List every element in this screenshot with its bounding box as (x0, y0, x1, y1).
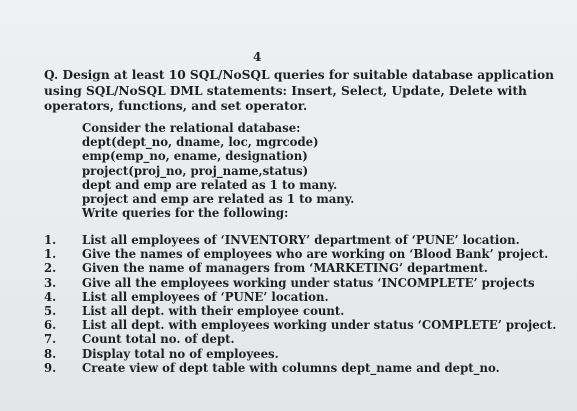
item-text: Give the names of employees who are work… (82, 247, 549, 262)
schema-block: Consider the relational database: dept(d… (82, 121, 552, 220)
question-text: Q. Design at least 10 SQL/NoSQL queries … (44, 68, 554, 113)
item-text: List all employees of ‘PUNE’ location. (82, 289, 329, 304)
schema-line: dept(dept_no, dname, loc, mgrcode) (82, 135, 319, 150)
item-number: 8. (44, 346, 57, 361)
item-number: 1. (44, 247, 57, 262)
schema-line: emp(emp_no, ename, designation) (82, 149, 308, 164)
list-item: 1. List all employees of ‘INVENTORY’ dep… (44, 233, 564, 247)
item-text: Display total no of employees. (82, 346, 279, 361)
schema-line: project(proj_no, proj_name,status) (82, 163, 309, 178)
item-number: 2. (44, 261, 57, 276)
item-number: 9. (44, 360, 57, 375)
list-item: 7. Count total no. of dept. (44, 332, 564, 346)
list-item: 9. Create view of dept table with column… (44, 361, 564, 375)
item-number: 3. (44, 275, 57, 290)
item-text: List all dept. with employees working un… (82, 318, 557, 333)
item-text: Create view of dept table with columns d… (82, 360, 500, 375)
item-text: List all employees of ‘INVENTORY’ depart… (82, 233, 520, 247)
list-item: 4. List all employees of ‘PUNE’ location… (44, 290, 564, 304)
item-text: Given the name of managers from ‘MARKETI… (82, 261, 488, 276)
item-number: 7. (44, 332, 57, 347)
item-number: 5. (44, 304, 57, 319)
list-item: 5. List all dept. with their employee co… (44, 304, 564, 318)
schema-line: Consider the relational database: (82, 121, 301, 135)
document-page: 4 Q. Design at least 10 SQL/NoSQL querie… (0, 0, 577, 411)
item-text: Count total no. of dept. (82, 332, 235, 347)
list-item: 1. Give the names of employees who are w… (44, 247, 564, 261)
page-number: 4 (253, 50, 262, 64)
schema-line: Write queries for the following: (82, 206, 289, 221)
query-list: 1. List all employees of ‘INVENTORY’ dep… (44, 233, 564, 375)
item-number: 4. (44, 289, 57, 304)
schema-line: dept and emp are related as 1 to many. (82, 177, 338, 192)
item-number: 6. (44, 318, 57, 333)
list-item: 6. List all dept. with employees working… (44, 318, 564, 332)
list-item: 8. Display total no of employees. (44, 347, 564, 361)
schema-line: project and emp are related as 1 to many… (82, 192, 355, 207)
item-text: Give all the employees working under sta… (82, 275, 535, 290)
item-number: 1. (44, 233, 57, 247)
list-item: 2. Given the name of managers from ‘MARK… (44, 261, 564, 275)
item-text: List all dept. with their employee count… (82, 304, 345, 319)
list-item: 3. Give all the employees working under … (44, 276, 564, 290)
